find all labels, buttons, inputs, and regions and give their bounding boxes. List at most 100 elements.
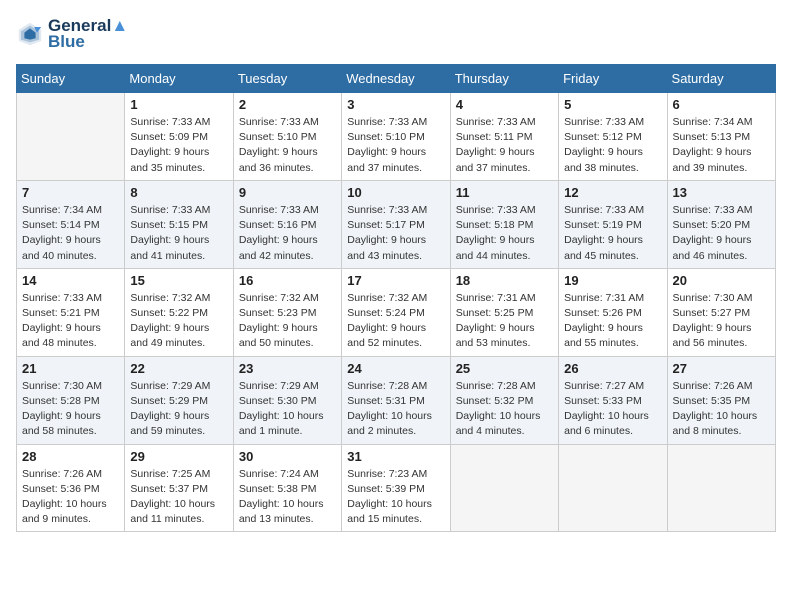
logo-icon xyxy=(16,20,44,48)
calendar-cell: 13 Sunrise: 7:33 AMSunset: 5:20 PMDayligh… xyxy=(667,180,775,268)
calendar-week-3: 14 Sunrise: 7:33 AMSunset: 5:21 PMDayligh… xyxy=(17,268,776,356)
calendar-header: SundayMondayTuesdayWednesdayThursdayFrid… xyxy=(17,65,776,93)
day-info: Sunrise: 7:33 AMSunset: 5:16 PMDaylight:… xyxy=(239,203,336,264)
day-info: Sunrise: 7:33 AMSunset: 5:21 PMDaylight:… xyxy=(22,291,119,352)
calendar-cell: 7 Sunrise: 7:34 AMSunset: 5:14 PMDaylight… xyxy=(17,180,125,268)
day-number: 24 xyxy=(347,361,444,376)
day-info: Sunrise: 7:24 AMSunset: 5:38 PMDaylight:… xyxy=(239,467,336,528)
calendar-table: SundayMondayTuesdayWednesdayThursdayFrid… xyxy=(16,64,776,532)
day-number: 15 xyxy=(130,273,227,288)
day-header-wednesday: Wednesday xyxy=(342,65,450,93)
day-number: 20 xyxy=(673,273,770,288)
calendar-cell: 10 Sunrise: 7:33 AMSunset: 5:17 PMDayligh… xyxy=(342,180,450,268)
calendar-cell: 14 Sunrise: 7:33 AMSunset: 5:21 PMDayligh… xyxy=(17,268,125,356)
day-header-tuesday: Tuesday xyxy=(233,65,341,93)
calendar-cell xyxy=(667,444,775,532)
calendar-cell: 11 Sunrise: 7:33 AMSunset: 5:18 PMDayligh… xyxy=(450,180,558,268)
day-number: 4 xyxy=(456,97,553,112)
day-number: 13 xyxy=(673,185,770,200)
day-info: Sunrise: 7:33 AMSunset: 5:09 PMDaylight:… xyxy=(130,115,227,176)
calendar-cell: 21 Sunrise: 7:30 AMSunset: 5:28 PMDayligh… xyxy=(17,356,125,444)
day-info: Sunrise: 7:33 AMSunset: 5:10 PMDaylight:… xyxy=(347,115,444,176)
calendar-cell xyxy=(17,93,125,181)
day-info: Sunrise: 7:34 AMSunset: 5:13 PMDaylight:… xyxy=(673,115,770,176)
day-number: 28 xyxy=(22,449,119,464)
day-info: Sunrise: 7:26 AMSunset: 5:36 PMDaylight:… xyxy=(22,467,119,528)
day-info: Sunrise: 7:33 AMSunset: 5:18 PMDaylight:… xyxy=(456,203,553,264)
calendar-week-2: 7 Sunrise: 7:34 AMSunset: 5:14 PMDaylight… xyxy=(17,180,776,268)
day-number: 2 xyxy=(239,97,336,112)
calendar-cell: 9 Sunrise: 7:33 AMSunset: 5:16 PMDaylight… xyxy=(233,180,341,268)
day-number: 27 xyxy=(673,361,770,376)
calendar-cell: 26Sunrise: 7:27 AMSunset: 5:33 PMDayligh… xyxy=(559,356,667,444)
day-number: 18 xyxy=(456,273,553,288)
calendar-cell: 22Sunrise: 7:29 AMSunset: 5:29 PMDayligh… xyxy=(125,356,233,444)
day-number: 30 xyxy=(239,449,336,464)
logo-text: General▲ Blue xyxy=(48,16,128,52)
calendar-cell xyxy=(559,444,667,532)
day-info: Sunrise: 7:33 AMSunset: 5:17 PMDaylight:… xyxy=(347,203,444,264)
day-number: 23 xyxy=(239,361,336,376)
day-header-thursday: Thursday xyxy=(450,65,558,93)
day-number: 9 xyxy=(239,185,336,200)
calendar-cell: 27 Sunrise: 7:26 AMSunset: 5:35 PMDayligh… xyxy=(667,356,775,444)
calendar-cell: 18 Sunrise: 7:31 AMSunset: 5:25 PMDayligh… xyxy=(450,268,558,356)
day-info: Sunrise: 7:33 AMSunset: 5:10 PMDaylight:… xyxy=(239,115,336,176)
calendar-cell: 1Sunrise: 7:33 AMSunset: 5:09 PMDaylight… xyxy=(125,93,233,181)
day-info: Sunrise: 7:28 AMSunset: 5:32 PMDaylight:… xyxy=(456,379,553,440)
day-info: Sunrise: 7:30 AMSunset: 5:28 PMDaylight:… xyxy=(22,379,119,440)
calendar-week-1: 1Sunrise: 7:33 AMSunset: 5:09 PMDaylight… xyxy=(17,93,776,181)
day-info: Sunrise: 7:33 AMSunset: 5:19 PMDaylight:… xyxy=(564,203,661,264)
logo: General▲ Blue xyxy=(16,16,128,52)
calendar-cell: 16Sunrise: 7:32 AMSunset: 5:23 PMDayligh… xyxy=(233,268,341,356)
calendar-cell: 8 Sunrise: 7:33 AMSunset: 5:15 PMDaylight… xyxy=(125,180,233,268)
day-info: Sunrise: 7:23 AMSunset: 5:39 PMDaylight:… xyxy=(347,467,444,528)
day-info: Sunrise: 7:30 AMSunset: 5:27 PMDaylight:… xyxy=(673,291,770,352)
day-info: Sunrise: 7:33 AMSunset: 5:11 PMDaylight:… xyxy=(456,115,553,176)
day-number: 14 xyxy=(22,273,119,288)
day-info: Sunrise: 7:26 AMSunset: 5:35 PMDaylight:… xyxy=(673,379,770,440)
day-number: 6 xyxy=(673,97,770,112)
day-number: 17 xyxy=(347,273,444,288)
day-info: Sunrise: 7:29 AMSunset: 5:30 PMDaylight:… xyxy=(239,379,336,440)
calendar-cell: 24 Sunrise: 7:28 AMSunset: 5:31 PMDayligh… xyxy=(342,356,450,444)
calendar-cell: 23 Sunrise: 7:29 AMSunset: 5:30 PMDayligh… xyxy=(233,356,341,444)
day-number: 3 xyxy=(347,97,444,112)
calendar-cell: 12 Sunrise: 7:33 AMSunset: 5:19 PMDayligh… xyxy=(559,180,667,268)
calendar-cell: 20 Sunrise: 7:30 AMSunset: 5:27 PMDayligh… xyxy=(667,268,775,356)
calendar-cell: 4 Sunrise: 7:33 AMSunset: 5:11 PMDaylight… xyxy=(450,93,558,181)
calendar-cell: 30 Sunrise: 7:24 AMSunset: 5:38 PMDayligh… xyxy=(233,444,341,532)
calendar-cell: 17Sunrise: 7:32 AMSunset: 5:24 PMDayligh… xyxy=(342,268,450,356)
calendar-week-4: 21 Sunrise: 7:30 AMSunset: 5:28 PMDayligh… xyxy=(17,356,776,444)
calendar-cell: 2 Sunrise: 7:33 AMSunset: 5:10 PMDaylight… xyxy=(233,93,341,181)
day-info: Sunrise: 7:31 AMSunset: 5:25 PMDaylight:… xyxy=(456,291,553,352)
calendar-cell xyxy=(450,444,558,532)
day-header-sunday: Sunday xyxy=(17,65,125,93)
day-number: 5 xyxy=(564,97,661,112)
page-header: General▲ Blue xyxy=(16,16,776,52)
day-number: 25 xyxy=(456,361,553,376)
calendar-body: 1Sunrise: 7:33 AMSunset: 5:09 PMDaylight… xyxy=(17,93,776,532)
header-row: SundayMondayTuesdayWednesdayThursdayFrid… xyxy=(17,65,776,93)
day-number: 21 xyxy=(22,361,119,376)
day-number: 12 xyxy=(564,185,661,200)
day-number: 10 xyxy=(347,185,444,200)
calendar-week-5: 28 Sunrise: 7:26 AMSunset: 5:36 PMDayligh… xyxy=(17,444,776,532)
day-info: Sunrise: 7:34 AMSunset: 5:14 PMDaylight:… xyxy=(22,203,119,264)
day-number: 8 xyxy=(130,185,227,200)
day-number: 29 xyxy=(130,449,227,464)
day-info: Sunrise: 7:33 AMSunset: 5:15 PMDaylight:… xyxy=(130,203,227,264)
day-number: 19 xyxy=(564,273,661,288)
day-info: Sunrise: 7:33 AMSunset: 5:20 PMDaylight:… xyxy=(673,203,770,264)
calendar-cell: 6 Sunrise: 7:34 AMSunset: 5:13 PMDaylight… xyxy=(667,93,775,181)
day-number: 22 xyxy=(130,361,227,376)
calendar-cell: 19Sunrise: 7:31 AMSunset: 5:26 PMDayligh… xyxy=(559,268,667,356)
day-info: Sunrise: 7:28 AMSunset: 5:31 PMDaylight:… xyxy=(347,379,444,440)
day-header-saturday: Saturday xyxy=(667,65,775,93)
calendar-cell: 15 Sunrise: 7:32 AMSunset: 5:22 PMDayligh… xyxy=(125,268,233,356)
calendar-cell: 25 Sunrise: 7:28 AMSunset: 5:32 PMDayligh… xyxy=(450,356,558,444)
day-number: 7 xyxy=(22,185,119,200)
day-info: Sunrise: 7:33 AMSunset: 5:12 PMDaylight:… xyxy=(564,115,661,176)
day-number: 11 xyxy=(456,185,553,200)
day-info: Sunrise: 7:32 AMSunset: 5:22 PMDaylight:… xyxy=(130,291,227,352)
